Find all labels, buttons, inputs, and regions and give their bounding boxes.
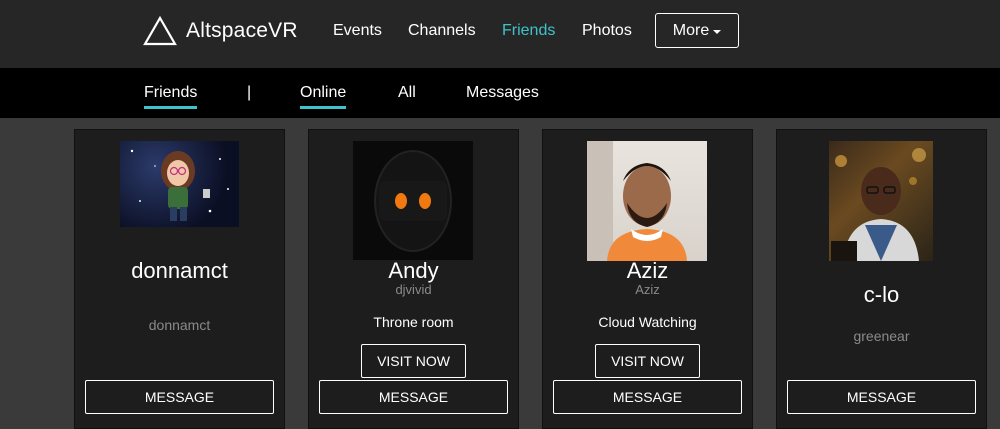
caret-down-icon xyxy=(713,29,722,34)
friend-card: donnamct donnamct MESSAGE xyxy=(74,129,285,429)
photo-avatar[interactable] xyxy=(829,141,933,261)
subnav-online[interactable]: Online xyxy=(300,84,347,109)
friend-name[interactable]: donnamct xyxy=(75,258,284,284)
nav-friends[interactable]: Friends xyxy=(502,22,555,40)
friend-name[interactable]: Andy xyxy=(309,258,518,284)
more-label: More xyxy=(672,21,710,39)
friend-handle: greenear xyxy=(853,328,910,344)
subnav-friends[interactable]: Friends xyxy=(144,84,198,109)
message-button[interactable]: MESSAGE xyxy=(787,380,976,414)
friends-subnav: Friends | Online All Messages xyxy=(0,68,1000,118)
photo-avatar[interactable] xyxy=(587,141,707,261)
subnav-separator: | xyxy=(247,84,252,101)
brand-logo[interactable]: AltspaceVR xyxy=(143,14,298,48)
message-button[interactable]: MESSAGE xyxy=(553,380,742,414)
robot-avatar[interactable] xyxy=(353,141,473,260)
friend-name[interactable]: Aziz xyxy=(543,258,752,284)
current-room: Throne room xyxy=(373,314,454,330)
nav-photos[interactable]: Photos xyxy=(582,22,632,40)
friend-card: c-lo greenear MESSAGE xyxy=(776,129,987,429)
friend-handle: djvivid xyxy=(395,282,432,297)
nav-events[interactable]: Events xyxy=(333,22,382,40)
subnav-all[interactable]: All xyxy=(398,84,416,102)
friend-card: Andy djvivid Throne room VISIT NOW MESSA… xyxy=(308,129,519,429)
altspace-triangle-icon xyxy=(143,16,177,46)
friend-name[interactable]: c-lo xyxy=(777,282,986,308)
subnav-messages[interactable]: Messages xyxy=(466,84,539,102)
message-button[interactable]: MESSAGE xyxy=(319,380,508,414)
friend-handle: donnamct xyxy=(148,317,211,333)
visit-now-button[interactable]: VISIT NOW xyxy=(595,344,700,378)
nav-channels[interactable]: Channels xyxy=(408,22,476,40)
visit-now-button[interactable]: VISIT NOW xyxy=(361,344,466,378)
friend-handle: Aziz xyxy=(635,282,660,297)
more-dropdown-button[interactable]: More xyxy=(655,13,739,48)
friend-card: Aziz Aziz Cloud Watching VISIT NOW MESSA… xyxy=(542,129,753,429)
cartoon-avatar-space[interactable] xyxy=(120,141,239,227)
top-navigation-bar: AltspaceVR Events Channels Friends Photo… xyxy=(0,0,1000,68)
current-room: Cloud Watching xyxy=(598,314,697,330)
message-button[interactable]: MESSAGE xyxy=(85,380,274,414)
brand-name: AltspaceVR xyxy=(186,19,298,42)
